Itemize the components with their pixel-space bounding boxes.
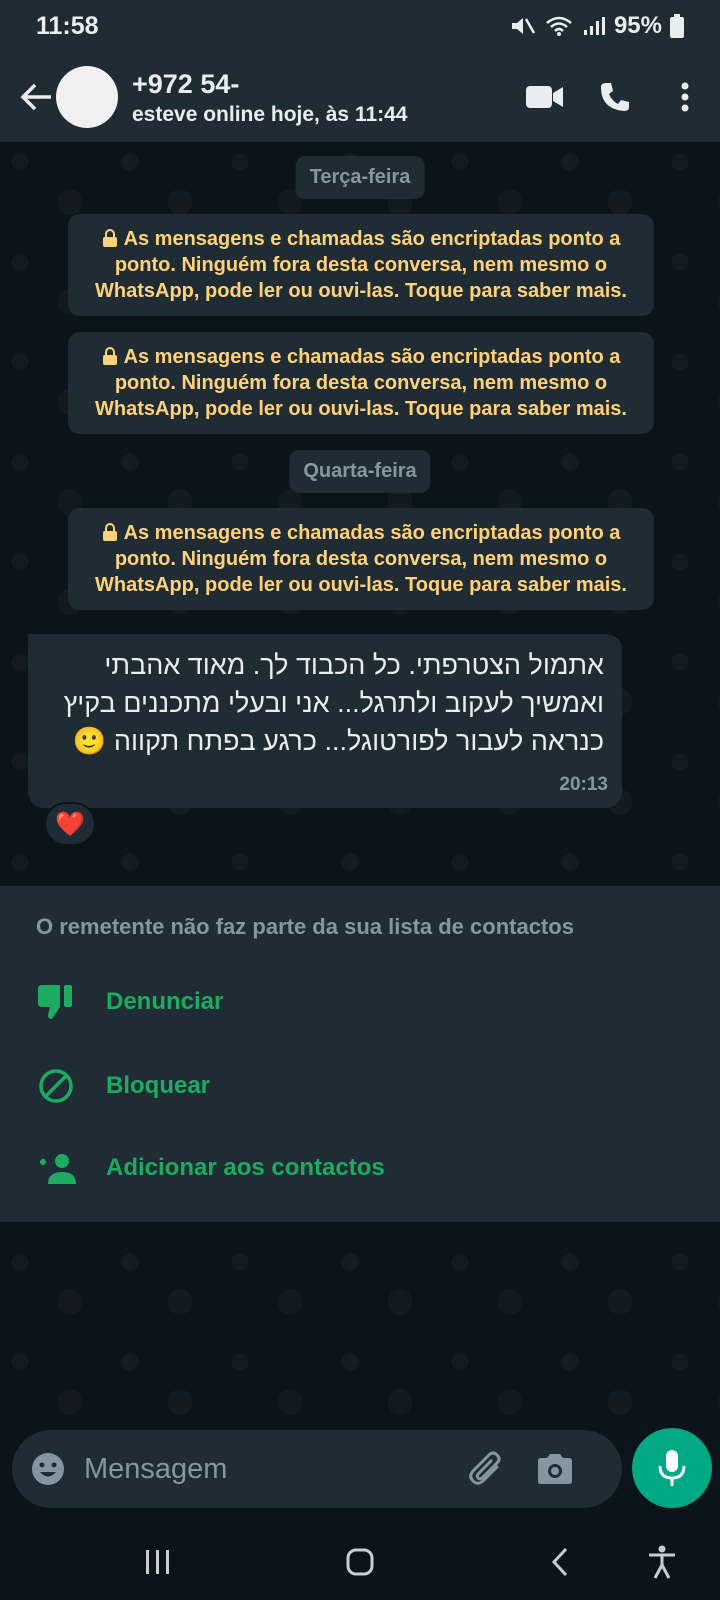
message-input[interactable] xyxy=(84,1452,454,1486)
paperclip-icon xyxy=(469,1451,501,1485)
accessibility-button[interactable] xyxy=(642,1542,682,1582)
block-label: Bloquear xyxy=(106,1072,211,1099)
voice-call-button[interactable] xyxy=(580,67,650,127)
attach-button[interactable] xyxy=(462,1444,512,1494)
encryption-notice-text: As mensagens e chamadas são encriptadas … xyxy=(95,346,627,420)
thumbs-down-icon xyxy=(36,982,76,1022)
status-time: 11:58 xyxy=(36,11,99,40)
encryption-notice[interactable]: As mensagens e chamadas são encriptadas … xyxy=(68,214,654,316)
voice-message-button[interactable] xyxy=(632,1428,712,1508)
back-arrow-icon xyxy=(20,83,51,111)
message-line: אתמול הצטרפתי. כל הכבוד לך. מאוד אהבתי xyxy=(104,650,604,680)
battery-icon xyxy=(670,14,684,38)
battery-percent: 95% xyxy=(613,12,662,39)
status-bar: 11:58 95% xyxy=(0,0,720,52)
video-call-icon xyxy=(526,86,563,108)
encryption-notice-text: As mensagens e chamadas são encriptadas … xyxy=(95,522,627,596)
video-call-button[interactable] xyxy=(510,67,580,127)
heart-reaction-icon: ❤️ xyxy=(55,810,85,838)
unknown-sender-title: O remetente não faz parte da sua lista d… xyxy=(36,914,574,939)
camera-button[interactable] xyxy=(530,1444,580,1494)
contact-avatar[interactable] xyxy=(56,66,118,128)
header-actions xyxy=(510,67,720,127)
date-chip: Quarta-feira xyxy=(289,450,431,493)
accessibility-icon xyxy=(649,1545,675,1579)
emoji-button[interactable] xyxy=(28,1449,68,1489)
nav-back-button[interactable] xyxy=(540,1542,580,1582)
message-time: 20:13 xyxy=(559,774,608,795)
message-reaction[interactable]: ❤️ xyxy=(44,802,96,846)
wifi-icon xyxy=(546,16,572,36)
home-button[interactable] xyxy=(340,1542,380,1582)
message-text: אתמול הצטרפתי. כל הכבוד לך. מאוד אהבתי ו… xyxy=(46,646,604,760)
lock-icon xyxy=(102,229,117,247)
contact-info[interactable]: +972 54- esteve online hoje, às 11:44 xyxy=(132,67,407,127)
signal-icon xyxy=(583,17,605,35)
report-label: Denunciar xyxy=(106,988,224,1015)
block-icon xyxy=(36,1066,76,1106)
mute-icon xyxy=(511,18,536,34)
date-chip: Terça-feira xyxy=(295,156,425,199)
contact-name: +972 54- xyxy=(132,69,240,99)
encryption-notice[interactable]: As mensagens e chamadas são encriptadas … xyxy=(68,508,654,610)
nav-back-icon xyxy=(551,1547,568,1577)
back-button[interactable] xyxy=(10,71,62,123)
encryption-notice[interactable]: As mensagens e chamadas são encriptadas … xyxy=(68,332,654,434)
chat-header: +972 54- esteve online hoje, às 11:44 xyxy=(0,52,720,142)
voice-call-icon xyxy=(601,83,629,111)
recent-apps-button[interactable] xyxy=(138,1542,178,1582)
incoming-message-bubble[interactable]: אתמול הצטרפתי. כל הכבוד לך. מאוד אהבתי ו… xyxy=(28,634,622,808)
more-options-icon xyxy=(681,82,689,112)
contact-status: esteve online hoje, às 11:44 xyxy=(132,103,408,126)
lock-icon xyxy=(102,347,117,365)
recent-apps-icon xyxy=(146,1550,169,1574)
message-line: כנראה לעבור לפורטוגל... כרגע בפתח תקווה … xyxy=(72,726,604,756)
report-button[interactable]: Denunciar xyxy=(36,982,223,1022)
block-button[interactable]: Bloquear xyxy=(36,1066,210,1106)
add-contact-button[interactable]: Adicionar aos contactos xyxy=(36,1148,385,1188)
message-composer xyxy=(12,1430,622,1508)
microphone-icon xyxy=(658,1450,686,1486)
status-icons: 95% xyxy=(510,12,684,40)
camera-icon xyxy=(538,1454,572,1484)
message-line: ואמשיך לעקוב ולתרגל... אני ובעלי מתכננים… xyxy=(63,688,604,718)
encryption-notice-text: As mensagens e chamadas são encriptadas … xyxy=(95,228,627,302)
system-navigation-bar xyxy=(0,1524,720,1600)
home-icon xyxy=(346,1548,374,1576)
emoji-icon xyxy=(32,1453,64,1485)
more-options-button[interactable] xyxy=(650,67,720,127)
add-contact-label: Adicionar aos contactos xyxy=(106,1154,385,1181)
lock-icon xyxy=(102,523,117,541)
add-contact-icon xyxy=(36,1148,76,1188)
unknown-sender-panel: O remetente não faz parte da sua lista d… xyxy=(0,886,720,1222)
